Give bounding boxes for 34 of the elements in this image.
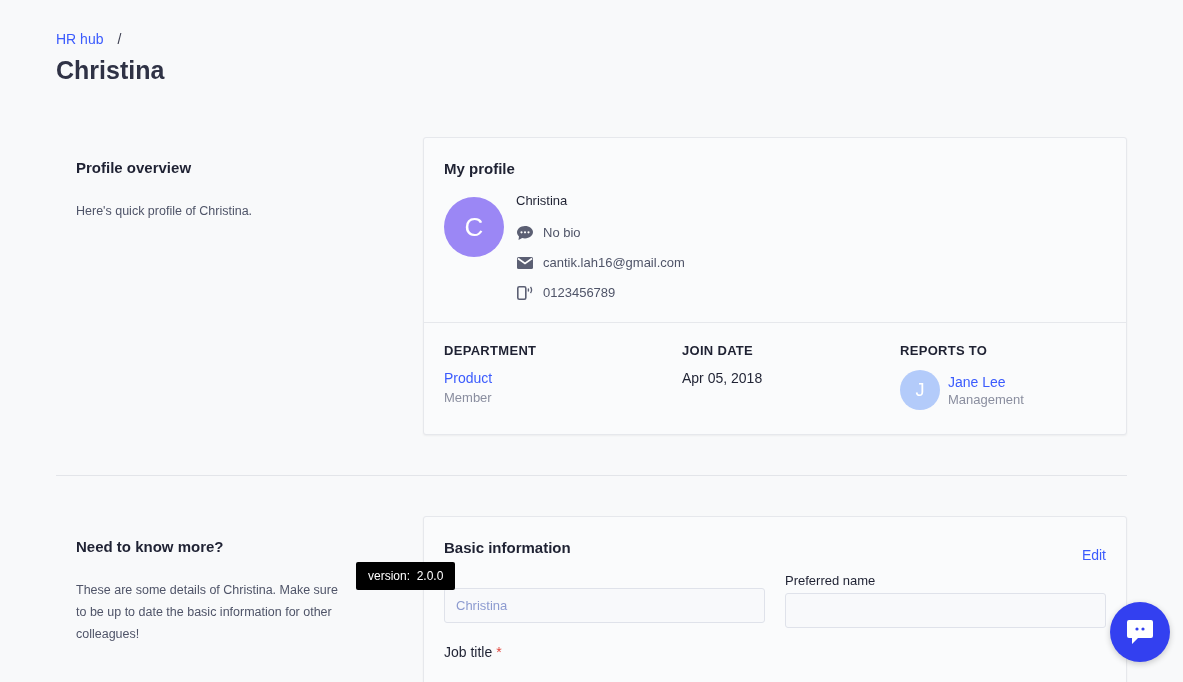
version-tooltip: version: 2.0.0 [356, 562, 456, 590]
chat-button[interactable] [1110, 602, 1170, 662]
avatar: J [900, 370, 940, 410]
join-date: Apr 05, 2018 [682, 370, 764, 386]
bio-text: No bio [543, 225, 581, 240]
page-title: Christina [56, 56, 166, 85]
card-title: Basic information [444, 539, 571, 558]
phone-icon [516, 284, 534, 301]
phone-number: 0123456789 [543, 285, 616, 300]
department-role: Member [444, 390, 493, 405]
field-label: Job title * [444, 644, 502, 660]
text-field[interactable]: Christina [444, 588, 765, 623]
field-label: DEPARTMENT [444, 343, 538, 358]
field-label: Preferred name [785, 573, 877, 588]
avatar: C [444, 197, 504, 257]
field-label: REPORTS TO [900, 343, 989, 358]
envelope-icon [516, 255, 534, 270]
section-description: Here's quick profile of Christina. [76, 203, 254, 220]
chat-icon [1126, 619, 1154, 645]
breadcrumb-separator: / [117, 31, 122, 47]
breadcrumb-link[interactable]: HR hub [56, 31, 104, 47]
edit-link[interactable]: Edit [1081, 547, 1106, 563]
text-field[interactable] [785, 593, 1106, 628]
email-text: cantik.lah16@gmail.com [543, 255, 685, 270]
profile-name: Christina [516, 193, 569, 210]
manager-team: Management [948, 391, 1024, 407]
section-description: These are some details of Christina. Make sure to be up to date the basic information for other colleagues! [76, 582, 339, 643]
chat-bubble-icon [516, 224, 534, 241]
section-title: Need to know more? [76, 538, 225, 555]
card-title: My profile [444, 160, 516, 177]
manager-link[interactable]: Jane Lee [948, 373, 1006, 390]
section-title: Profile overview [76, 159, 193, 176]
field-label: JOIN DATE [682, 343, 755, 358]
department-link[interactable]: Product [444, 370, 493, 386]
